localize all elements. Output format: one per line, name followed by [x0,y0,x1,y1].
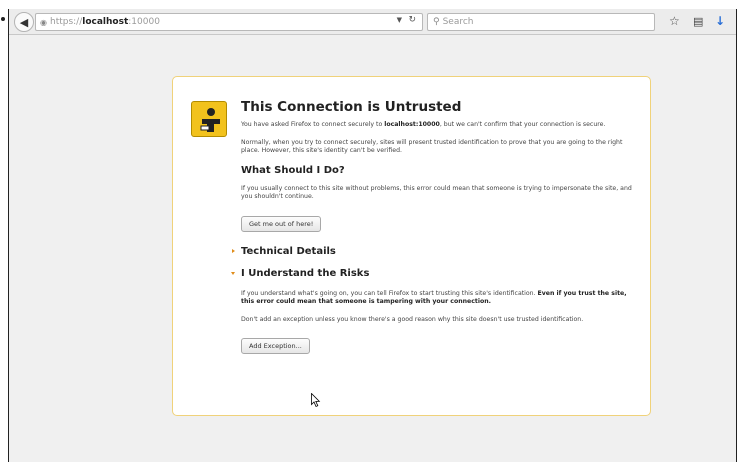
search-placeholder: Search [442,17,474,27]
page-title: This Connection is Untrusted [241,99,462,115]
risks-text: If you understand what's going on, you c… [241,289,627,306]
what-should-text: If you usually connect to this site with… [241,184,632,201]
intro-text: You have asked Firefox to connect secure… [241,121,606,128]
star-icon[interactable]: ☆ [669,14,680,28]
globe-icon: ◉ [40,17,47,27]
understand-risks-label: I Understand the Risks [241,267,370,279]
intro-host: localhost:10000 [384,121,440,128]
bullet-mark [1,17,5,21]
url-port: :10000 [128,17,160,27]
expand-arrow-icon [232,248,235,253]
technical-details-toggle[interactable]: Technical Details [232,245,633,257]
back-button[interactable]: ◀ [14,12,34,32]
exception-note: Don't add an exception unless you know t… [241,315,584,323]
error-panel: This Connection is Untrusted You have as… [172,76,651,416]
search-icon: ⚲ [433,17,440,27]
warning-icon [191,101,227,137]
what-should-heading: What Should I Do? [241,164,345,176]
navigation-toolbar: ◀ ◉ https://localhost:10000 ▼ ↻ ⚲ Search… [9,9,736,35]
search-input[interactable]: ⚲ Search [427,13,655,31]
reload-icon[interactable]: ↻ [408,15,416,25]
get-me-out-button[interactable]: Get me out of here! [241,215,322,232]
add-exception-button[interactable]: Add Exception... [241,338,310,354]
dropdown-icon[interactable]: ▼ [397,16,402,24]
error-content: This Connection is Untrusted You have as… [231,99,633,368]
url-scheme: https:// [49,17,83,27]
url-host: localhost [82,17,129,27]
back-arrow-icon: ◀ [19,15,29,29]
normally-text: Normally, when you try to connect secure… [241,138,623,155]
library-icon[interactable]: ▤ [693,15,703,28]
browser-window: ◀ ◉ https://localhost:10000 ▼ ↻ ⚲ Search… [8,9,737,462]
technical-details-label: Technical Details [241,245,336,257]
url-bar[interactable]: ◉ https://localhost:10000 ▼ ↻ [35,13,423,31]
download-icon[interactable]: ↓ [715,14,725,28]
mouse-cursor-icon [311,393,321,408]
understand-risks-toggle[interactable]: I Understand the Risks [231,267,633,279]
collapse-arrow-icon [231,271,235,275]
